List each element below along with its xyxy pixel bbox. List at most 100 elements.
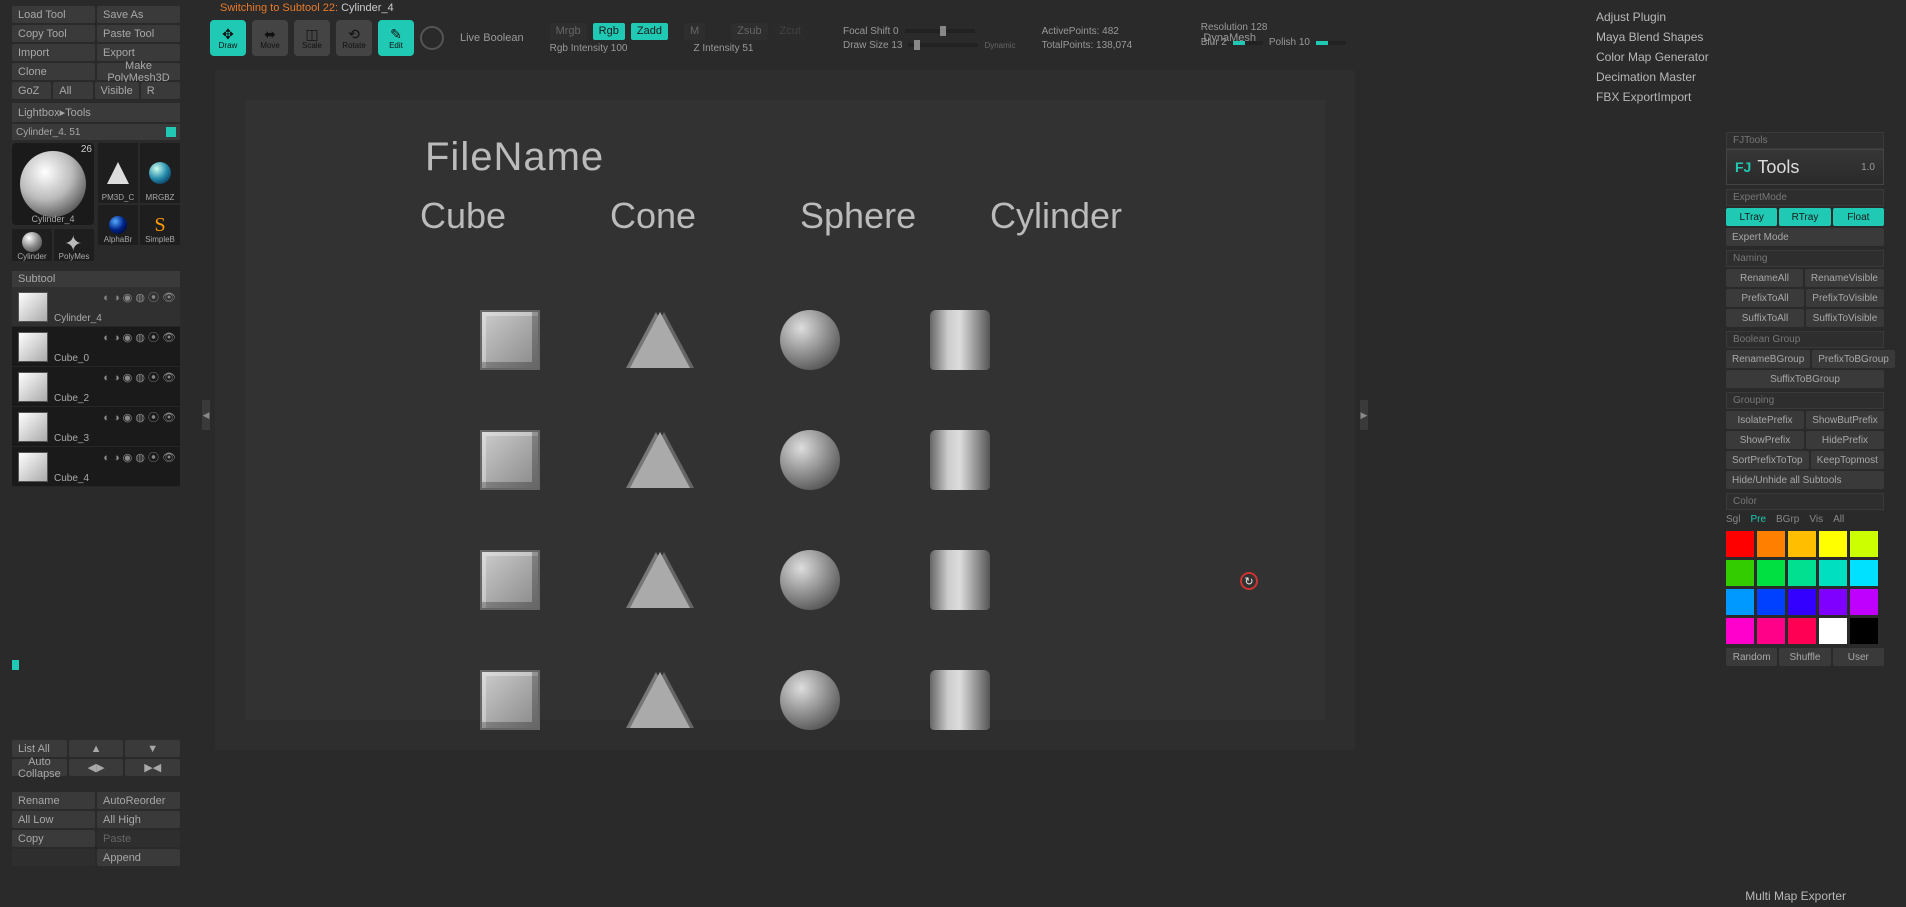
make-polymesh3d-button[interactable]: Make PolyMesh3D [97,63,180,80]
paste-tool-button[interactable]: Paste Tool [97,25,180,42]
all-low-button[interactable]: All Low [12,811,95,828]
right-tray-handle[interactable]: ▶ [1360,400,1368,430]
left-tray-handle[interactable]: ◀ [202,400,210,430]
viewport[interactable]: FileName Cube Cone Sphere Cylinder [215,70,1355,750]
shuffle-color-button[interactable]: Shuffle [1779,648,1830,666]
color-swatch[interactable] [1819,589,1847,615]
mrgb-button[interactable]: Mrgb [550,23,587,40]
subtool-item[interactable]: ◐ ◑ ◉ ◍ ⦿ 👁Cube_3 [12,407,180,447]
focal-shift-slider[interactable] [905,29,975,33]
color-swatch[interactable] [1819,618,1847,644]
color-swatch[interactable] [1819,560,1847,586]
color-tab-all[interactable]: All [1833,514,1844,525]
auto-collapse-button[interactable]: Auto Collapse [12,759,67,776]
subtool-toggle-icons[interactable]: ◐ ◑ ◉ ◍ ⦿ 👁 [103,449,176,465]
expert-mode-button[interactable]: Expert Mode [1726,228,1884,246]
subtool-toggle-icons[interactable]: ◐ ◑ ◉ ◍ ⦿ 👁 [103,329,176,345]
prefix-visible-button[interactable]: PrefixToVisible [1806,289,1884,307]
rgb-button[interactable]: Rgb [593,23,625,40]
tool-palette-item[interactable]: MRGBZ [140,143,180,203]
move-up-button[interactable]: ▲ [69,740,124,757]
goz-button[interactable]: GoZ [12,82,51,99]
tool-palette-item[interactable]: PM3D_C [98,143,138,203]
plugin-item[interactable]: Maya Blend Shapes [1596,30,1786,44]
goz-visible-button[interactable]: Visible [95,82,139,99]
isolate-prefix-button[interactable]: IsolatePrefix [1726,411,1804,429]
color-swatch[interactable] [1788,589,1816,615]
color-swatch[interactable] [1788,618,1816,644]
paste-subtool-button[interactable]: Paste [97,830,180,847]
multi-map-exporter-item[interactable]: Multi Map Exporter [1745,889,1846,903]
subtool-item[interactable]: ◐ ◑ ◉ ◍ ⦿ 👁Cube_2 [12,367,180,407]
load-tool-button[interactable]: Load Tool [12,6,95,23]
color-tab-pre[interactable]: Pre [1750,514,1766,525]
color-swatch[interactable] [1757,531,1785,557]
current-tool-thumbnail[interactable]: 26 Cylinder_4 [12,143,94,225]
random-color-button[interactable]: Random [1726,648,1777,666]
rename-all-button[interactable]: RenameAll [1726,269,1803,287]
import-button[interactable]: Import [12,44,95,61]
tool-palette-item[interactable]: AlphaBr [98,205,138,245]
color-swatch[interactable] [1726,560,1754,586]
subtool-toggle-icons[interactable]: ◐ ◑ ◉ ◍ ⦿ 👁 [103,409,176,425]
subtool-toggle-icons[interactable]: ◐ ◑ ◉ ◍ ⦿ 👁 [103,289,176,305]
fjtools-pre-header[interactable]: FJTools [1726,132,1884,149]
color-swatch[interactable] [1726,618,1754,644]
scroll-indicator-icon[interactable] [12,660,19,670]
suffix-all-button[interactable]: SuffixToAll [1726,309,1804,327]
ltray-button[interactable]: LTray [1726,208,1777,226]
lightbox-tools-button[interactable]: Lightbox▸Tools [12,103,180,122]
color-tab-sgl[interactable]: Sgl [1726,514,1740,525]
hide-prefix-button[interactable]: HidePrefix [1806,431,1884,449]
rename-bgroup-button[interactable]: RenameBGroup [1726,350,1810,368]
plugin-item[interactable]: FBX ExportImport [1596,90,1786,104]
prefix-all-button[interactable]: PrefixToAll [1726,289,1804,307]
color-swatch[interactable] [1819,531,1847,557]
suffix-bgroup-button[interactable]: SuffixToBGroup [1726,370,1884,388]
append-button[interactable]: Append [97,849,180,866]
subtool-toggle-icons[interactable]: ◐ ◑ ◉ ◍ ⦿ 👁 [103,369,176,385]
rename-button[interactable]: Rename [12,792,95,809]
color-swatch[interactable] [1850,531,1878,557]
color-swatch[interactable] [1726,589,1754,615]
auto-reorder-button[interactable]: AutoReorder [97,792,180,809]
color-swatch[interactable] [1757,560,1785,586]
m-button[interactable]: M [684,23,705,40]
subtool-section-header[interactable]: Subtool [12,271,180,287]
hide-unhide-all-button[interactable]: Hide/Unhide all Subtools [1726,471,1884,489]
color-swatch[interactable] [1788,560,1816,586]
copy-subtool-button[interactable]: Copy [12,830,95,847]
rename-visible-button[interactable]: RenameVisible [1805,269,1884,287]
color-swatch[interactable] [1850,560,1878,586]
color-tab-bgrp[interactable]: BGrp [1776,514,1799,525]
suffix-visible-button[interactable]: SuffixToVisible [1806,309,1884,327]
goz-all-button[interactable]: All [53,82,92,99]
gizmo-toggle-button[interactable] [420,26,444,50]
zcut-button[interactable]: Zcut [774,23,807,40]
active-tool-display[interactable]: Cylinder_4. 51 [12,124,180,140]
show-prefix-button[interactable]: ShowPrefix [1726,431,1804,449]
color-swatch[interactable] [1850,618,1878,644]
save-as-button[interactable]: Save As [97,6,180,23]
live-boolean-button[interactable]: Live Boolean [460,32,524,44]
zadd-button[interactable]: Zadd [631,23,668,40]
subtool-item[interactable]: ◐ ◑ ◉ ◍ ⦿ 👁Cube_4 [12,447,180,487]
color-swatch[interactable] [1850,589,1878,615]
copy-tool-button[interactable]: Copy Tool [12,25,95,42]
color-tab-vis[interactable]: Vis [1809,514,1823,525]
quickpick-item[interactable]: Cylinder [12,229,52,261]
subtool-item[interactable]: ◐ ◑ ◉ ◍ ⦿ 👁Cylinder_4 [12,287,180,327]
edit-mode-button[interactable]: ✎Edit [378,20,414,56]
prefix-bgroup-button[interactable]: PrefixToBGroup [1812,350,1895,368]
collapse-up-button[interactable]: ◀▶ [69,759,124,776]
quickpick-item[interactable]: ✦PolyMes [54,229,94,261]
export-button[interactable]: Export [97,44,180,61]
list-all-button[interactable]: List All [12,740,67,757]
color-swatch[interactable] [1788,531,1816,557]
goz-r-button[interactable]: R [141,82,180,99]
clone-button[interactable]: Clone [12,63,95,80]
draw-mode-button[interactable]: ✥Draw [210,20,246,56]
float-button[interactable]: Float [1833,208,1884,226]
user-color-button[interactable]: User [1833,648,1884,666]
plugin-item[interactable]: Decimation Master [1596,70,1786,84]
